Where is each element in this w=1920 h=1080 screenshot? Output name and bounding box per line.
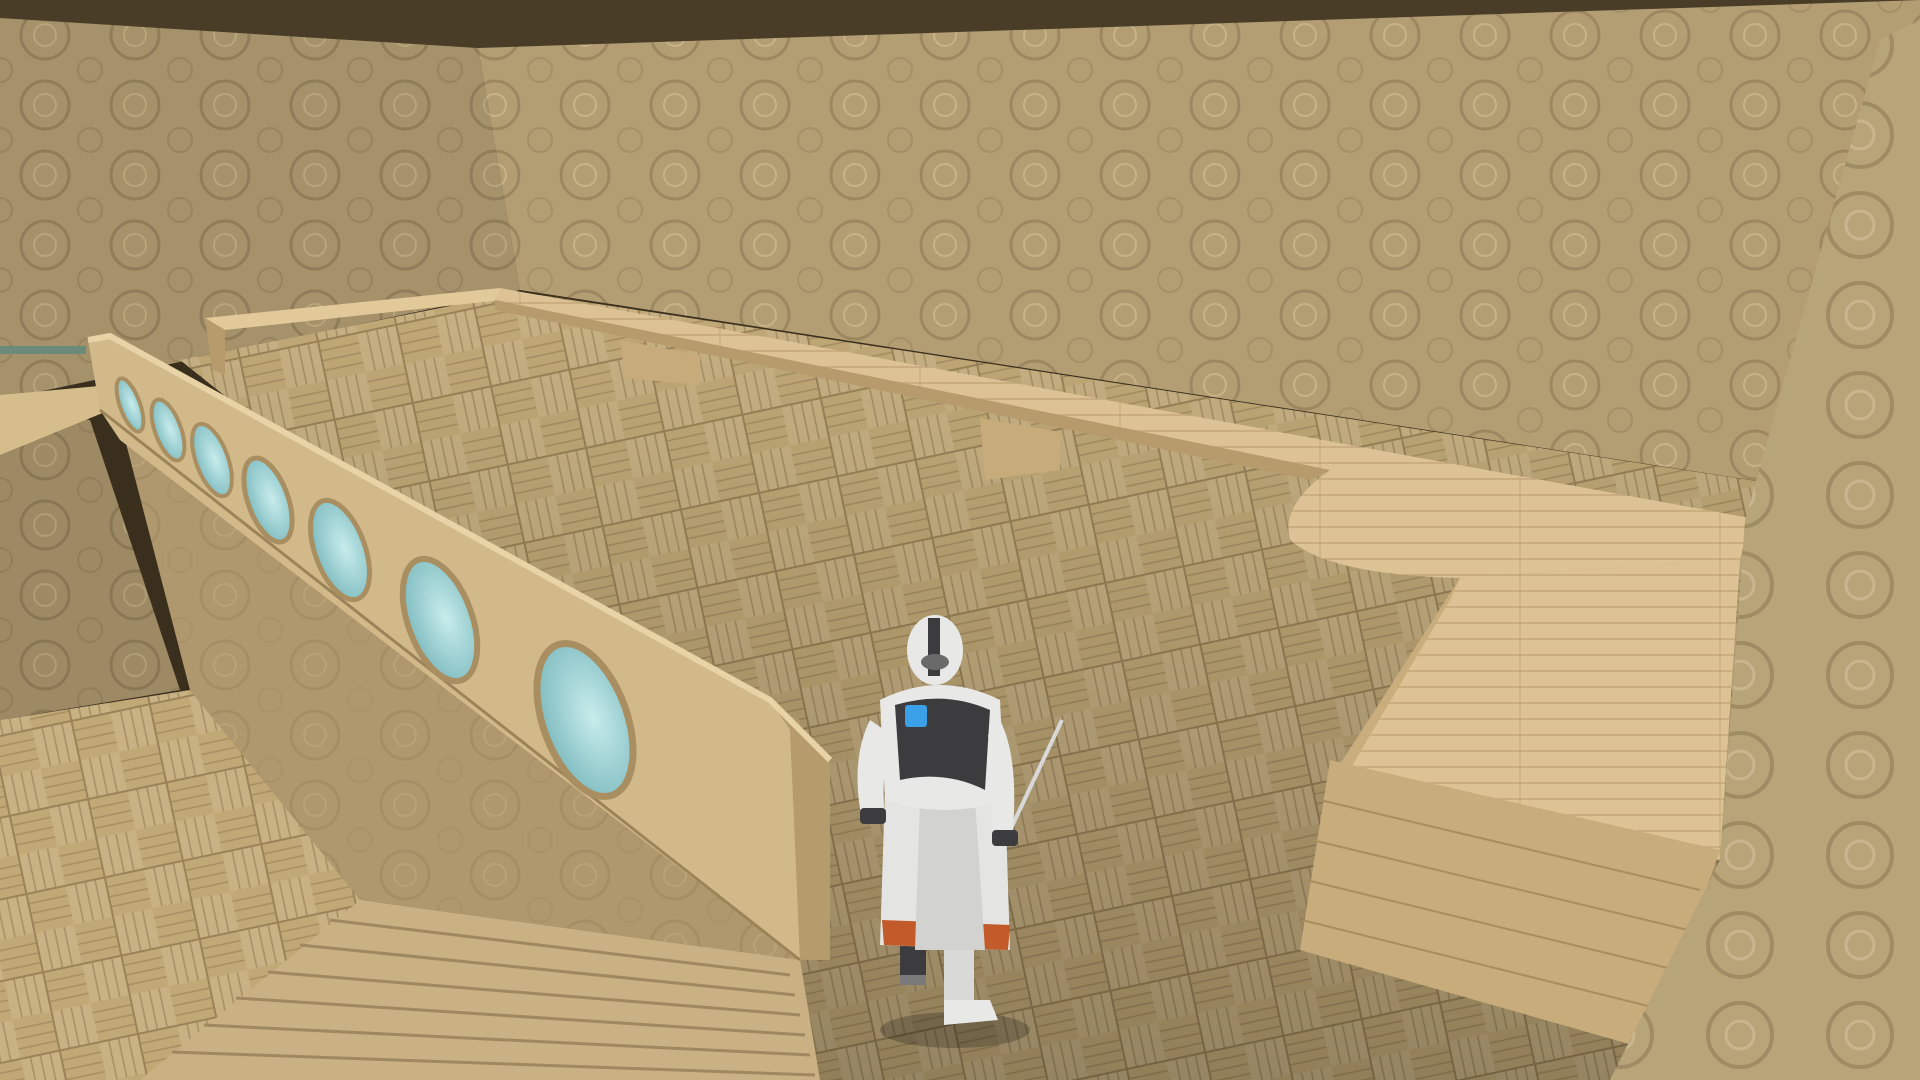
game-viewport[interactable] bbox=[0, 0, 1920, 1080]
chest-display bbox=[905, 705, 927, 727]
scene-render bbox=[0, 0, 1920, 1080]
pipe bbox=[0, 346, 86, 354]
